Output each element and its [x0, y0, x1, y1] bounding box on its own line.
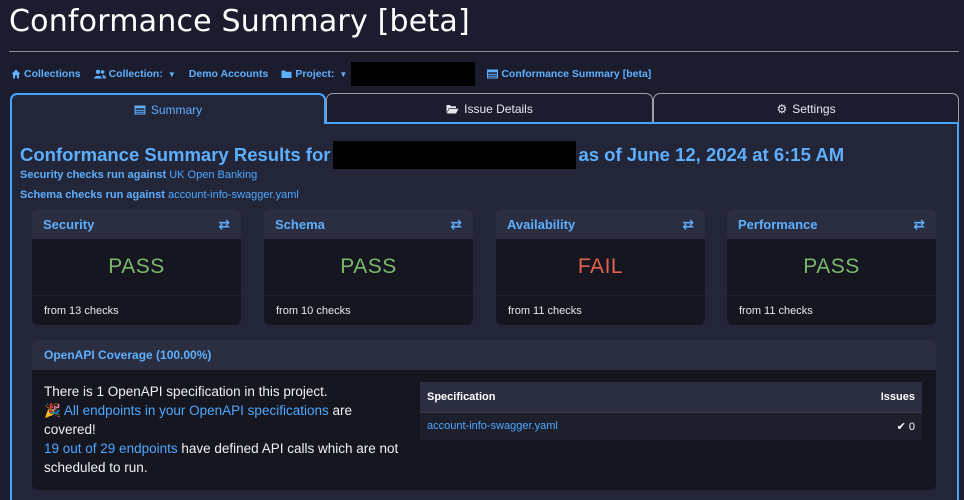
breadcrumb-collections-label: Collections [24, 68, 81, 80]
security-card-footer: from 13 checks [32, 295, 241, 325]
column-header-specification: Specification [420, 382, 797, 412]
schema-card-result: PASS [340, 255, 397, 278]
refresh-icon[interactable]: ⇄ [218, 216, 230, 233]
tab-bar: Summary Issue Details ⚙ Settings [10, 93, 959, 124]
breadcrumb-current-label: Conformance Summary [beta] [501, 68, 652, 80]
redacted-project-name [351, 62, 476, 86]
tab-settings[interactable]: ⚙ Settings [653, 93, 959, 123]
performance-card: Performance ⇄ PASS from 11 checks [727, 209, 936, 325]
schema-card-title: Schema [275, 216, 325, 232]
tab-summary-label: Summary [150, 102, 203, 117]
table-icon [134, 105, 146, 114]
breadcrumb-collection-label: Collection: [108, 68, 163, 80]
performance-card-result: PASS [803, 255, 860, 278]
breadcrumb-current[interactable]: Conformance Summary [beta] [487, 68, 651, 80]
availability-card-result: FAIL [577, 255, 624, 278]
breadcrumb-collection-name[interactable]: Demo Accounts [189, 68, 269, 80]
results-heading-suffix: as of June 12, 2024 at 6:15 AM [578, 144, 845, 165]
security-standard-link[interactable]: UK Open Banking [169, 169, 257, 181]
breadcrumb: Collections Collection: ▼ Demo Accounts … [11, 62, 664, 86]
availability-card-header: Availability ⇄ [496, 209, 705, 239]
availability-card: Availability ⇄ FAIL from 11 checks [496, 209, 705, 325]
schema-card: Schema ⇄ PASS from 10 checks [264, 209, 473, 325]
coverage-description: There is 1 OpenAPI specification in this… [44, 382, 404, 477]
coverage-title: OpenAPI Coverage (100.00%) [32, 340, 936, 370]
table-row: account-info-swagger.yaml ✔ 0 [420, 411, 922, 440]
column-header-issues: Issues [796, 382, 922, 412]
security-card-result: PASS [108, 255, 165, 278]
breadcrumb-project-label: Project: [295, 68, 335, 80]
tab-issue-details[interactable]: Issue Details [326, 93, 653, 123]
performance-card-footer: from 11 checks [727, 295, 936, 325]
redacted-target-name [333, 141, 577, 169]
check-icon: ✔ [896, 420, 906, 433]
tab-issue-details-label: Issue Details [464, 101, 533, 116]
users-icon [93, 69, 106, 79]
schema-card-header: Schema ⇄ [264, 209, 473, 239]
issues-count: 0 [908, 420, 915, 433]
coverage-unscheduled: 19 out of 29 endpoints have defined API … [44, 439, 404, 477]
chevron-down-icon: ▼ [167, 69, 176, 79]
refresh-icon[interactable]: ⇄ [682, 216, 694, 233]
coverage-spec-count: There is 1 OpenAPI specification in this… [44, 384, 328, 399]
coverage-all-covered: 🎉 All endpoints in your OpenAPI specific… [44, 401, 404, 439]
all-endpoints-link[interactable]: All endpoints in your OpenAPI specificat… [64, 403, 329, 418]
folder-open-icon [446, 104, 459, 113]
specification-link[interactable]: account-info-swagger.yaml [427, 420, 558, 432]
unscheduled-endpoints-link[interactable]: 19 out of 29 endpoints [44, 441, 178, 456]
schema-card-footer: from 10 checks [264, 295, 473, 325]
schema-source-link[interactable]: account-info-swagger.yaml [168, 189, 299, 201]
folder-icon [281, 70, 292, 78]
refresh-icon[interactable]: ⇄ [450, 216, 462, 233]
breadcrumb-collections[interactable]: Collections [11, 68, 81, 80]
tab-summary[interactable]: Summary [10, 93, 326, 124]
specification-cell: account-info-swagger.yaml [420, 411, 797, 440]
specification-table: Specification Issues account-info-swagge… [420, 382, 922, 440]
security-card: Security ⇄ PASS from 13 checks [32, 209, 241, 325]
availability-card-title: Availability [507, 216, 576, 232]
availability-card-footer: from 11 checks [496, 295, 705, 325]
issues-cell: ✔ 0 [796, 411, 922, 440]
schema-source-line: Schema checks run against account-info-s… [20, 189, 299, 201]
party-popper-icon: 🎉 [44, 403, 61, 418]
schema-source-prefix: Schema checks run against [20, 189, 165, 201]
breadcrumb-project-dropdown[interactable]: Project: ▼ [281, 68, 347, 80]
performance-card-title: Performance [738, 216, 818, 232]
security-card-header: Security ⇄ [32, 209, 241, 239]
tab-settings-label: Settings [792, 101, 836, 116]
results-heading: Conformance Summary Results for as of Ju… [20, 141, 844, 169]
table-icon [487, 69, 499, 79]
performance-card-header: Performance ⇄ [727, 209, 936, 239]
page-title: Conformance Summary [beta] [9, 4, 470, 39]
security-standard-line: Security checks run against UK Open Bank… [20, 169, 257, 181]
title-divider [9, 51, 959, 52]
gear-icon: ⚙ [776, 101, 788, 116]
breadcrumb-collection-dropdown[interactable]: Collection: ▼ [93, 68, 176, 80]
openapi-coverage-card: OpenAPI Coverage (100.00%) There is 1 Op… [32, 340, 936, 490]
results-heading-prefix: Conformance Summary Results for [20, 144, 331, 165]
table-header-row: Specification Issues [420, 382, 922, 412]
refresh-icon[interactable]: ⇄ [913, 216, 925, 233]
security-standard-prefix: Security checks run against [20, 169, 167, 181]
security-card-title: Security [43, 216, 95, 232]
chevron-down-icon: ▼ [339, 69, 348, 79]
home-icon [11, 69, 21, 79]
